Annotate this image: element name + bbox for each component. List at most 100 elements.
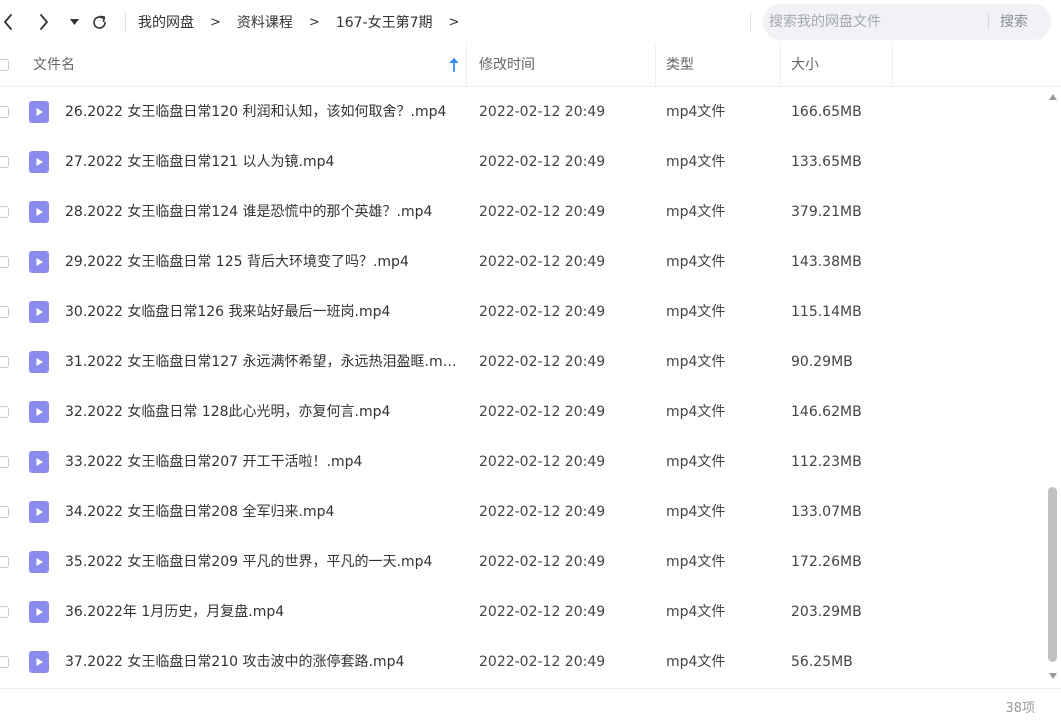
file-name: 29.2022 女王临盘日常 125 背后大环境变了吗？.mp4 bbox=[65, 254, 409, 270]
file-row[interactable]: 34.2022 女王临盘日常208 全军归来.mp4 2022-02-12 20… bbox=[0, 487, 1045, 537]
file-size: 56.25MB bbox=[791, 654, 853, 670]
file-size: 115.14MB bbox=[791, 304, 862, 320]
history-dropdown-button[interactable] bbox=[68, 10, 80, 34]
file-name: 36.2022年 1月历史，月复盘.mp4 bbox=[65, 604, 285, 620]
column-divider[interactable] bbox=[780, 44, 781, 86]
forward-arrow-icon bbox=[40, 14, 48, 30]
file-type: mp4文件 bbox=[666, 554, 726, 570]
file-row[interactable]: 35.2022 女王临盘日常209 平凡的世界，平凡的一天.mp4 2022-0… bbox=[0, 537, 1045, 587]
breadcrumb-item-current-folder[interactable]: 167-女王第7期 bbox=[336, 12, 433, 32]
column-divider[interactable] bbox=[655, 44, 656, 86]
file-modified-time: 2022-02-12 20:49 bbox=[479, 304, 606, 320]
file-modified-time: 2022-02-12 20:49 bbox=[479, 404, 606, 420]
file-row[interactable]: 32.2022 女临盘日常 128此心光明，亦复何言.mp4 2022-02-1… bbox=[0, 387, 1045, 437]
file-row[interactable]: 29.2022 女王临盘日常 125 背后大环境变了吗？.mp4 2022-02… bbox=[0, 237, 1045, 287]
file-name: 30.2022 女临盘日常126 我来站好最后一班岗.mp4 bbox=[65, 304, 391, 320]
row-checkbox[interactable] bbox=[0, 406, 9, 418]
video-file-icon bbox=[29, 351, 49, 373]
row-checkbox[interactable] bbox=[0, 256, 9, 268]
scroll-up-arrow-icon[interactable] bbox=[1049, 94, 1057, 100]
row-checkbox[interactable] bbox=[0, 356, 9, 368]
column-header-type[interactable]: 类型 bbox=[666, 44, 694, 86]
item-count: 38项 bbox=[1005, 701, 1035, 716]
select-all-checkbox[interactable] bbox=[0, 59, 9, 71]
file-row[interactable]: 26.2022 女王临盘日常120 利润和认知，该如何取舍？.mp4 2022-… bbox=[0, 87, 1045, 137]
row-checkbox[interactable] bbox=[0, 556, 9, 568]
file-name: 27.2022 女王临盘日常121 以人为镜.mp4 bbox=[65, 154, 335, 170]
file-modified-time: 2022-02-12 20:49 bbox=[479, 254, 606, 270]
file-type: mp4文件 bbox=[666, 254, 726, 270]
file-modified-time: 2022-02-12 20:49 bbox=[479, 504, 606, 520]
file-size: 143.38MB bbox=[791, 254, 862, 270]
breadcrumb-expand-arrow[interactable]: > bbox=[449, 15, 460, 30]
row-checkbox[interactable] bbox=[0, 506, 9, 518]
video-file-icon bbox=[29, 201, 49, 223]
file-row[interactable]: 33.2022 女王临盘日常207 开工干活啦！.mp4 2022-02-12 … bbox=[0, 437, 1045, 487]
file-row[interactable]: 27.2022 女王临盘日常121 以人为镜.mp4 2022-02-12 20… bbox=[0, 137, 1045, 187]
toolbar-divider bbox=[125, 12, 126, 32]
file-size: 133.65MB bbox=[791, 154, 862, 170]
file-modified-time: 2022-02-12 20:49 bbox=[479, 554, 606, 570]
file-modified-time: 2022-02-12 20:49 bbox=[479, 154, 606, 170]
back-button[interactable] bbox=[0, 10, 16, 34]
column-header-modified[interactable]: 修改时间 bbox=[479, 44, 535, 86]
scrollbar-thumb[interactable] bbox=[1048, 487, 1057, 662]
file-name: 28.2022 女王临盘日常124 谁是恐慌中的那个英雄？.mp4 bbox=[65, 204, 433, 220]
refresh-icon bbox=[92, 15, 106, 29]
file-type: mp4文件 bbox=[666, 354, 726, 370]
file-row[interactable]: 37.2022 女王临盘日常210 攻击波中的涨停套路.mp4 2022-02-… bbox=[0, 637, 1045, 687]
search-divider bbox=[750, 12, 751, 32]
refresh-button[interactable] bbox=[90, 10, 108, 34]
breadcrumb-separator: > bbox=[308, 14, 320, 30]
file-type: mp4文件 bbox=[666, 604, 726, 620]
file-name: 32.2022 女临盘日常 128此心光明，亦复何言.mp4 bbox=[65, 404, 391, 420]
video-file-icon bbox=[29, 151, 49, 173]
file-row[interactable]: 36.2022年 1月历史，月复盘.mp4 2022-02-12 20:49 m… bbox=[0, 587, 1045, 637]
row-checkbox[interactable] bbox=[0, 456, 9, 468]
file-size: 172.26MB bbox=[791, 554, 862, 570]
video-file-icon bbox=[29, 551, 49, 573]
file-name: 34.2022 女王临盘日常208 全军归来.mp4 bbox=[65, 504, 335, 520]
file-size: 90.29MB bbox=[791, 354, 853, 370]
history-dropdown-icon bbox=[69, 19, 79, 25]
file-size: 379.21MB bbox=[791, 204, 862, 220]
breadcrumb-item-course-materials[interactable]: 资料课程 bbox=[237, 12, 293, 32]
row-checkbox[interactable] bbox=[0, 306, 9, 318]
file-row[interactable]: 31.2022 女王临盘日常127 永远满怀希望，永远热泪盈眶.mp4 2022… bbox=[0, 337, 1045, 387]
search-separator bbox=[988, 14, 989, 30]
column-divider[interactable] bbox=[892, 44, 893, 86]
file-size: 203.29MB bbox=[791, 604, 862, 620]
file-row[interactable]: 30.2022 女临盘日常126 我来站好最后一班岗.mp4 2022-02-1… bbox=[0, 287, 1045, 337]
file-name: 33.2022 女王临盘日常207 开工干活啦！.mp4 bbox=[65, 454, 363, 470]
file-row[interactable]: 28.2022 女王临盘日常124 谁是恐慌中的那个英雄？.mp4 2022-0… bbox=[0, 187, 1045, 237]
row-checkbox[interactable] bbox=[0, 206, 9, 218]
file-type: mp4文件 bbox=[666, 304, 726, 320]
video-file-icon bbox=[29, 251, 49, 273]
file-modified-time: 2022-02-12 20:49 bbox=[479, 604, 606, 620]
file-modified-time: 2022-02-12 20:49 bbox=[479, 654, 606, 670]
file-type: mp4文件 bbox=[666, 504, 726, 520]
column-divider[interactable] bbox=[466, 44, 467, 86]
status-bar: 38项 bbox=[0, 688, 1061, 721]
file-type: mp4文件 bbox=[666, 154, 726, 170]
row-checkbox[interactable] bbox=[0, 656, 9, 668]
video-file-icon bbox=[29, 651, 49, 673]
search-input[interactable] bbox=[763, 4, 991, 40]
file-size: 146.62MB bbox=[791, 404, 862, 420]
file-modified-time: 2022-02-12 20:49 bbox=[479, 204, 606, 220]
sort-ascending-icon[interactable] bbox=[449, 58, 459, 72]
row-checkbox[interactable] bbox=[0, 606, 9, 618]
search-button[interactable]: 搜索 bbox=[1000, 4, 1028, 40]
forward-button[interactable] bbox=[36, 10, 52, 34]
column-header-name[interactable]: 文件名 bbox=[33, 44, 75, 86]
scroll-down-arrow-icon[interactable] bbox=[1049, 673, 1057, 679]
file-type: mp4文件 bbox=[666, 204, 726, 220]
column-header-size[interactable]: 大小 bbox=[791, 44, 819, 86]
row-checkbox[interactable] bbox=[0, 106, 9, 118]
row-checkbox[interactable] bbox=[0, 156, 9, 168]
file-list-header: 文件名 修改时间 类型 大小 bbox=[0, 44, 1061, 87]
vertical-scrollbar[interactable] bbox=[1045, 87, 1061, 687]
file-type: mp4文件 bbox=[666, 654, 726, 670]
file-modified-time: 2022-02-12 20:49 bbox=[479, 104, 606, 120]
breadcrumb-item-my-drive[interactable]: 我的网盘 bbox=[138, 12, 194, 32]
